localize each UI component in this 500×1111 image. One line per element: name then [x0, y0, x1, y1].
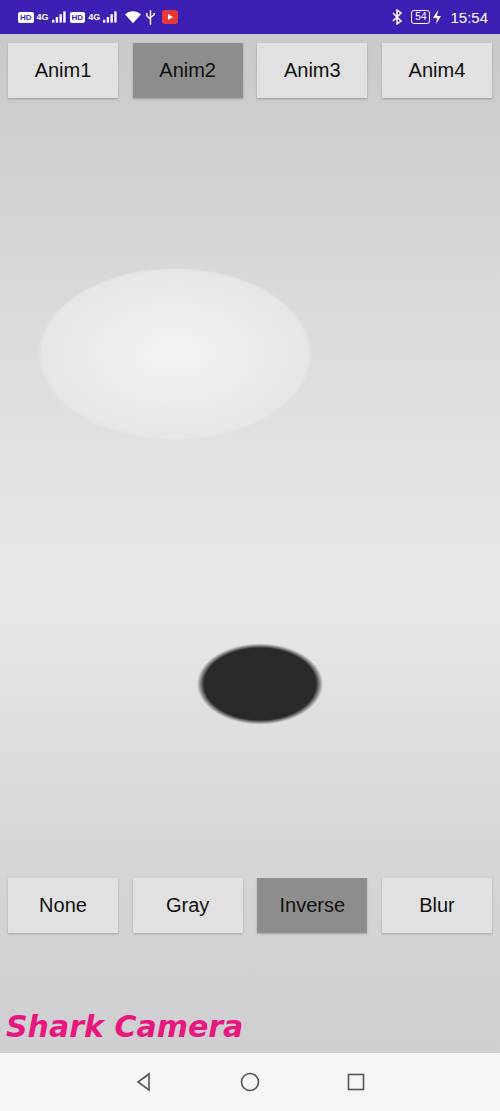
recording-app-icon: [162, 10, 178, 24]
wifi-icon: [124, 10, 142, 24]
network-type: 4G: [37, 12, 49, 22]
charging-icon: [433, 10, 441, 24]
animation-button[interactable]: Anim3: [257, 43, 367, 98]
animation-button[interactable]: Anim2: [133, 43, 243, 98]
filter-button[interactable]: Gray: [133, 878, 243, 933]
back-icon[interactable]: [134, 1072, 154, 1092]
home-icon[interactable]: [240, 1072, 260, 1092]
filter-button[interactable]: None: [8, 878, 118, 933]
clock: 15:54: [450, 9, 488, 26]
recents-icon[interactable]: [346, 1072, 366, 1092]
signal-icon: [103, 11, 118, 23]
signal-icon: [52, 11, 67, 23]
filter-button[interactable]: Blur: [382, 878, 492, 933]
usb-icon: [145, 10, 156, 25]
camera-preview: Anim1 Anim2 Anim3 Anim4 None Gray Inverse Blur S…: [0, 34, 500, 1053]
hd-badge: HD: [70, 12, 86, 23]
filter-button[interactable]: Inverse: [257, 878, 367, 933]
animation-button[interactable]: Anim1: [8, 43, 118, 98]
app-title: Shark Camera: [0, 1007, 500, 1047]
hd-badge: HD: [18, 12, 34, 23]
animation-bar: Anim1 Anim2 Anim3 Anim4: [0, 43, 500, 98]
filter-bar: None Gray Inverse Blur: [0, 878, 500, 933]
status-bar: HD4GHD4G5415:54: [0, 0, 500, 34]
navigation-bar: [0, 1053, 500, 1111]
animation-button[interactable]: Anim4: [382, 43, 492, 98]
battery-icon: 54: [411, 10, 430, 24]
phone-screen: HD4GHD4G5415:54Anim1Anim2Anim3Anim4NoneG…: [0, 0, 500, 1111]
network-type: 4G: [88, 12, 100, 22]
bluetooth-icon: [392, 9, 402, 25]
